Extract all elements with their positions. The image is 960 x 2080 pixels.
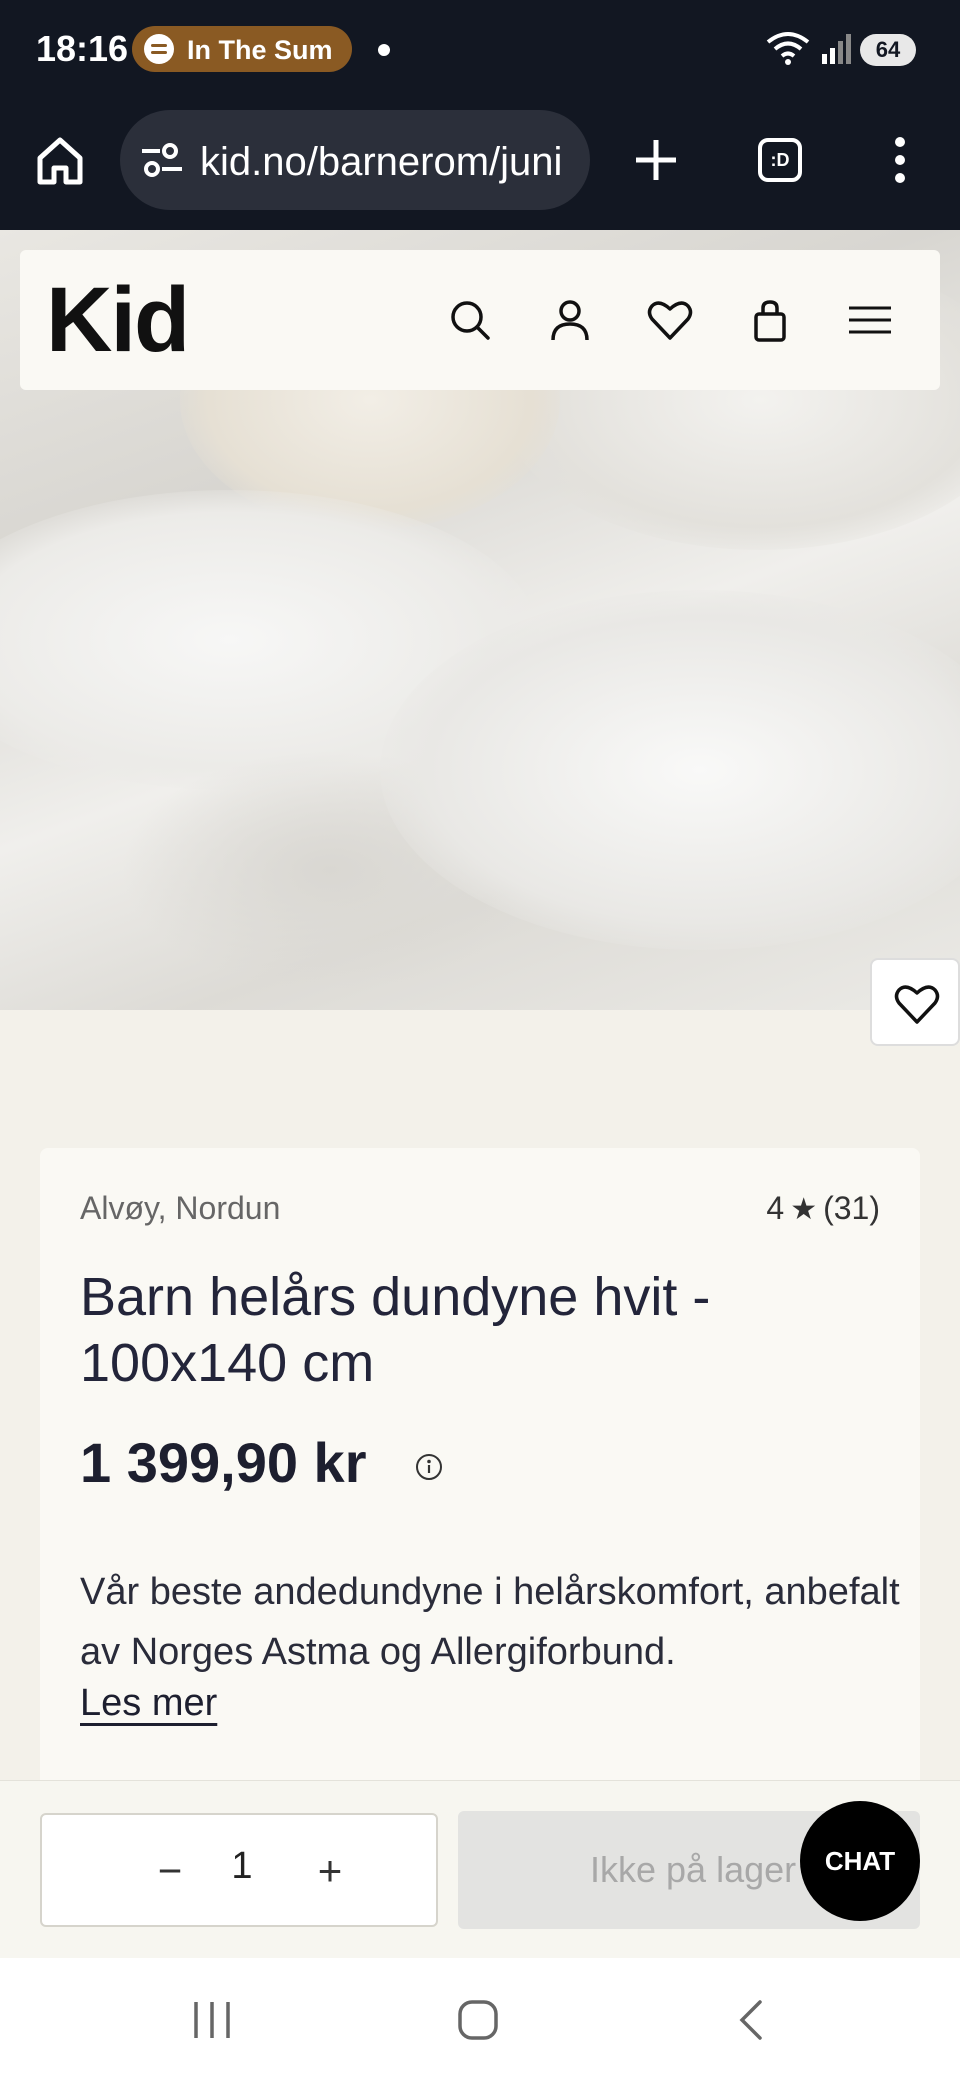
product-rating[interactable]: 4 ★ (31) bbox=[766, 1190, 880, 1227]
chat-button[interactable]: CHAT bbox=[800, 1801, 920, 1921]
media-notification-pill[interactable]: In The Sum bbox=[132, 26, 352, 72]
hamburger-menu-icon[interactable] bbox=[846, 296, 894, 344]
increase-quantity-button[interactable]: + bbox=[300, 1841, 360, 1901]
heart-icon bbox=[894, 985, 940, 1024]
product-description: Vår beste andedundyne i helårskomfort, a… bbox=[80, 1571, 900, 1673]
signal-icon bbox=[822, 34, 851, 64]
home-nav-icon[interactable] bbox=[456, 1998, 500, 2042]
account-icon[interactable] bbox=[546, 296, 594, 344]
add-to-wishlist-button[interactable] bbox=[870, 958, 960, 1046]
kid-logo[interactable]: Kid bbox=[46, 268, 190, 373]
status-bar: 18:16 In The Sum 64 bbox=[0, 0, 960, 100]
rating-count: (31) bbox=[823, 1190, 880, 1226]
tab-switcher-button[interactable]: :D bbox=[758, 138, 802, 182]
product-title: Barn helårs dundyne hvit - 100x140 cm bbox=[80, 1267, 711, 1393]
star-icon: ★ bbox=[790, 1193, 818, 1226]
search-icon[interactable] bbox=[446, 296, 494, 344]
battery-indicator: 64 bbox=[860, 34, 916, 66]
product-info-card: Alvøy, Nordun 4 ★ (31) Barn helårs dundyne… bbox=[40, 1148, 920, 1788]
rating-value: 4 bbox=[766, 1190, 785, 1226]
wishlist-heart-icon[interactable] bbox=[646, 296, 694, 344]
back-icon[interactable] bbox=[730, 1998, 774, 2042]
recent-apps-icon[interactable] bbox=[190, 1998, 234, 2042]
quantity-value[interactable]: 1 bbox=[222, 1845, 262, 1888]
site-header: Kid bbox=[20, 250, 940, 390]
notification-dot-icon bbox=[378, 44, 390, 56]
product-price: 1 399,90 kr bbox=[80, 1431, 367, 1494]
product-brand[interactable]: Alvøy, Nordun bbox=[80, 1190, 280, 1227]
status-time: 18:16 bbox=[36, 28, 129, 69]
home-icon[interactable] bbox=[30, 130, 90, 190]
browser-toolbar: kid.no/barnerom/juni :D bbox=[0, 100, 960, 230]
url-text[interactable]: kid.no/barnerom/juni bbox=[200, 140, 562, 185]
site-settings-icon[interactable] bbox=[140, 142, 184, 178]
quantity-stepper: − 1 + bbox=[40, 1813, 438, 1927]
cart-bag-icon[interactable] bbox=[746, 296, 794, 344]
screen: 18:16 In The Sum 64 kid.no/barnerom/juni… bbox=[0, 0, 960, 2080]
purchase-bar: − 1 + Ikke på lager CHAT bbox=[0, 1780, 960, 1958]
more-vert-icon[interactable] bbox=[880, 130, 920, 190]
new-tab-plus-icon[interactable] bbox=[628, 130, 684, 190]
spotify-icon bbox=[144, 34, 174, 64]
read-more-link[interactable]: Les mer bbox=[80, 1682, 217, 1725]
decrease-quantity-button[interactable]: − bbox=[140, 1841, 200, 1901]
info-icon[interactable] bbox=[414, 1452, 444, 1482]
address-bar[interactable]: kid.no/barnerom/juni bbox=[120, 110, 590, 210]
system-navigation-bar bbox=[0, 1958, 960, 2080]
media-title: In The Sum bbox=[187, 35, 333, 65]
wifi-icon bbox=[766, 32, 810, 65]
